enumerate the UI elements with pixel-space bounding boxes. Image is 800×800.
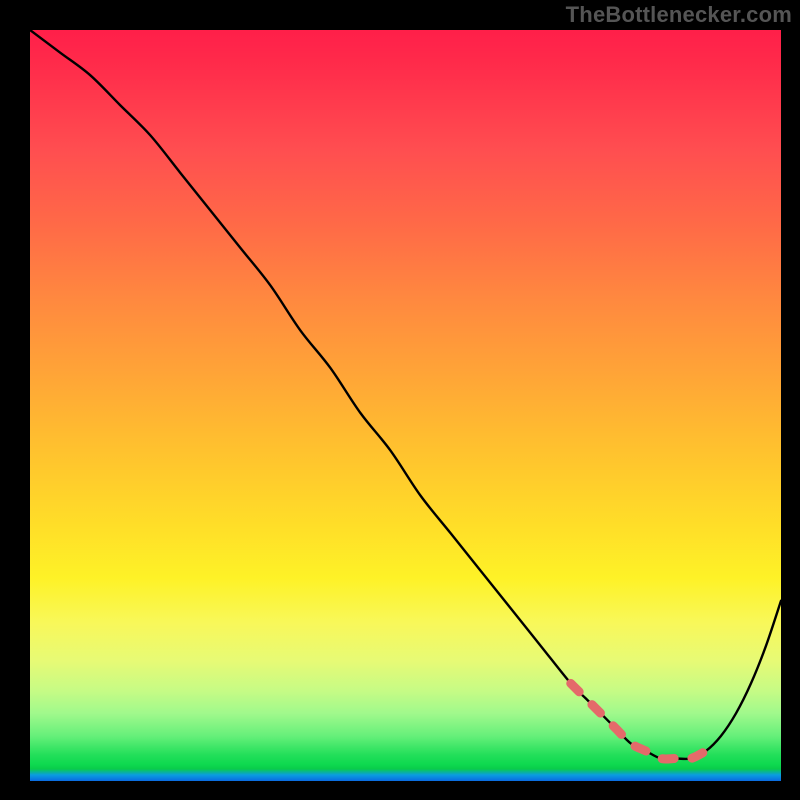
curve-layer bbox=[30, 30, 781, 781]
plot-frame bbox=[30, 30, 781, 781]
bottleneck-curve bbox=[30, 30, 781, 759]
watermark-text: TheBottlenecker.com bbox=[566, 2, 792, 28]
optimal-range-marker bbox=[571, 683, 706, 759]
chart-stage: TheBottlenecker.com bbox=[0, 0, 800, 800]
